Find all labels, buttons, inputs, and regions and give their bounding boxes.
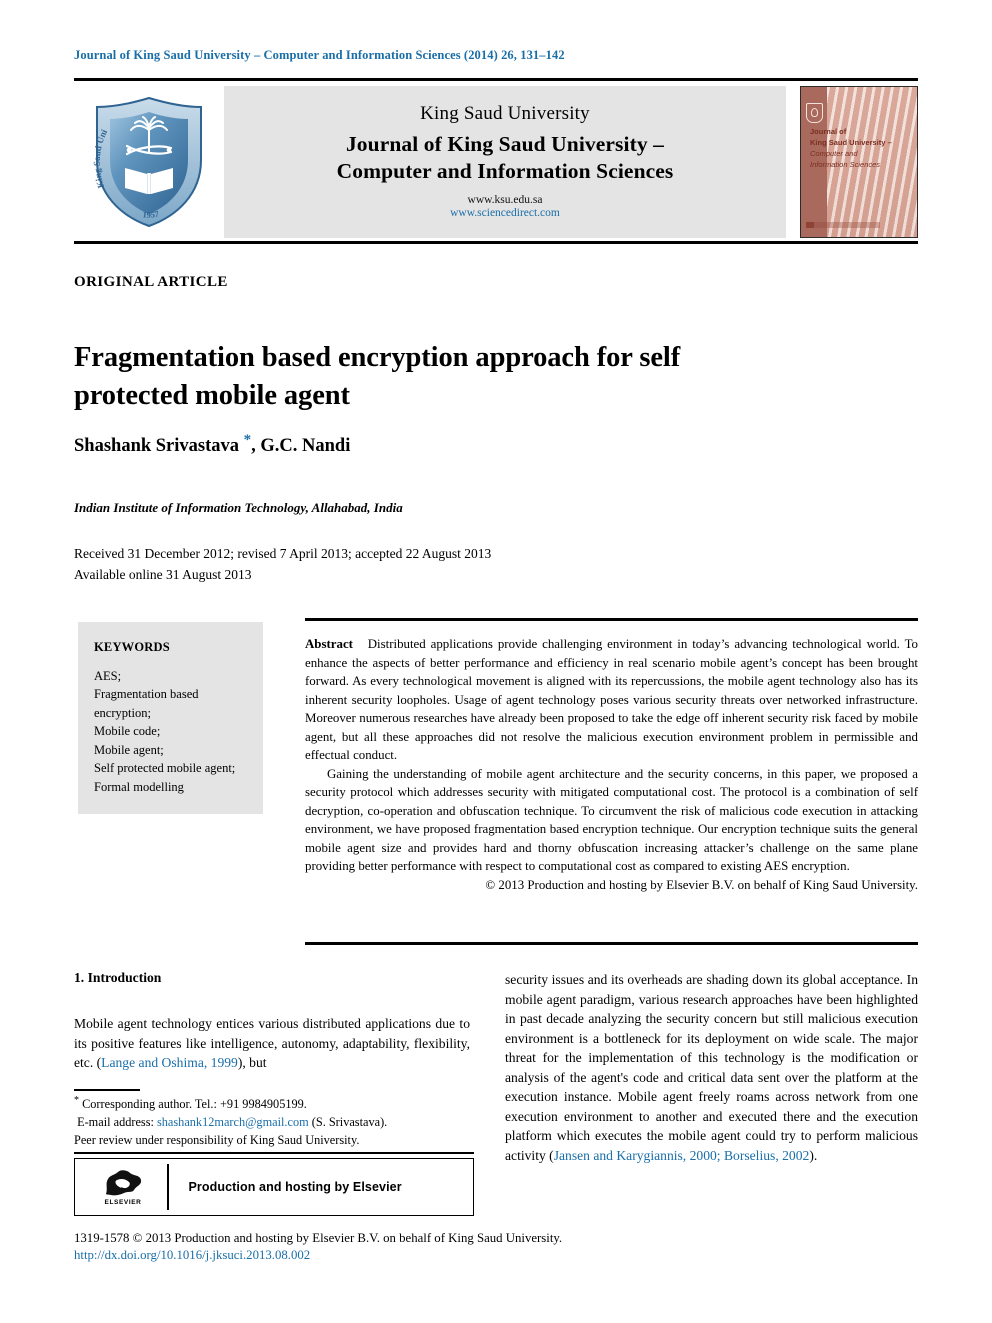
cover-line-4: Information Sciences xyxy=(810,159,881,169)
keyword-item: Mobile code; xyxy=(94,724,161,738)
banner-sciencedirect-url[interactable]: www.sciencedirect.com xyxy=(450,207,560,219)
intro-text-b: ), but xyxy=(237,1055,267,1070)
cover-line-2: King Saud University – xyxy=(810,137,892,147)
page-title: Fragmentation based encryption approach … xyxy=(74,342,681,411)
production-hosting-text: Production and hosting by Elsevier xyxy=(188,1180,402,1194)
cover-line-1: Journal of xyxy=(810,127,847,136)
banner-university: King Saud University xyxy=(420,103,590,125)
abstract-text-1: Distributed applications provide challen… xyxy=(305,637,918,763)
intro-right-text-b: ). xyxy=(809,1147,818,1163)
abstract-paragraph-2: Gaining the understanding of mobile agen… xyxy=(305,766,918,874)
intro-right-text-a: security issues and its overheads are sh… xyxy=(505,972,918,1163)
running-head: Journal of King Saud University – Comput… xyxy=(74,48,565,62)
peer-review-note: Peer review under responsibility of King… xyxy=(74,1133,360,1147)
article-history: Received 31 December 2012; revised 7 Apr… xyxy=(74,544,491,585)
footnote-bottom-rule xyxy=(74,1152,474,1154)
keyword-item: Fragmentation based encryption; xyxy=(94,687,199,720)
email-link[interactable]: shashank12march@gmail.com xyxy=(157,1115,309,1129)
abstract-top-rule xyxy=(305,618,918,621)
doi-link[interactable]: http://dx.doi.org/10.1016/j.jksuci.2013.… xyxy=(74,1248,310,1263)
keywords-box: KEYWORDS AES; Fragmentation based encryp… xyxy=(78,622,263,814)
abstract-copyright: © 2013 Production and hosting by Elsevie… xyxy=(485,877,918,892)
cover-line-3: Computer and xyxy=(810,148,858,158)
email-label: E-mail address: xyxy=(77,1115,154,1130)
keyword-item: AES; xyxy=(94,668,122,683)
elsevier-wordmark: ELSEVIER xyxy=(104,1199,142,1206)
footnote-email-line: E-mail address: shashank12march@gmail.co… xyxy=(74,1114,474,1132)
received-revised-accepted: Received 31 December 2012; revised 7 Apr… xyxy=(74,546,492,561)
affiliation: Indian Institute of Information Technolo… xyxy=(74,500,403,515)
elsevier-tree-icon xyxy=(106,1170,142,1196)
keyword-item: Formal modelling xyxy=(94,779,184,794)
author-rest: , G.C. Nandi xyxy=(251,436,351,457)
banner-bottom-rule xyxy=(74,241,918,244)
section-heading-introduction: 1. Introduction xyxy=(74,970,162,985)
intro-paragraph-left: Mobile agent technology entices various … xyxy=(74,1014,470,1073)
body-column-left: 1. Introduction Mobile agent technology … xyxy=(74,970,470,1073)
abstract-bottom-rule xyxy=(305,942,918,945)
cover-seal-icon xyxy=(806,103,823,123)
banner-journal-line2: Computer and Information Sciences xyxy=(336,158,674,183)
footnote-separator-rule xyxy=(74,1089,140,1091)
citation-lange-oshima[interactable]: Lange and Oshima, 1999 xyxy=(101,1055,238,1070)
body-column-right: security issues and its overheads are sh… xyxy=(505,970,918,1165)
article-type-label: ORIGINAL ARTICLE xyxy=(74,274,228,290)
top-rule xyxy=(74,78,918,81)
page-root: Journal of King Saud University – Comput… xyxy=(0,0,992,1323)
footnote-corresponding-author: * Corresponding author. Tel.: +91 998490… xyxy=(74,1094,474,1114)
keywords-heading: KEYWORDS xyxy=(94,640,170,654)
footnote-block: * Corresponding author. Tel.: +91 998490… xyxy=(74,1094,474,1150)
abstract-paragraph-1: Abstract Distributed applications provid… xyxy=(305,635,918,765)
keyword-item: Self protected mobile agent; xyxy=(94,761,236,775)
production-hosting-box: ELSEVIER Production and hosting by Elsev… xyxy=(74,1158,474,1216)
svg-text:1957: 1957 xyxy=(142,208,160,219)
intro-paragraph-right: security issues and its overheads are sh… xyxy=(505,970,918,1165)
issn-copyright-line: 1319-1578 © 2013 Production and hosting … xyxy=(74,1231,563,1245)
citation-jansen-borselius[interactable]: Jansen and Karygiannis, 2000; Borselius,… xyxy=(554,1148,810,1163)
elsevier-logo: ELSEVIER xyxy=(87,1168,159,1206)
shield-icon: King Saud University 1957 xyxy=(83,86,213,230)
abstract-block: Abstract Distributed applications provid… xyxy=(305,635,918,894)
journal-cover-thumbnail: Journal of King Saud University – Comput… xyxy=(800,86,918,238)
journal-banner: King Saud University 1957 King Saud Univ… xyxy=(74,86,918,238)
journal-banner-text: King Saud University Journal of King Sau… xyxy=(224,86,786,238)
ksu-logo: King Saud University 1957 xyxy=(74,86,224,238)
author-list: Shashank Srivastava *, G.C. Nandi xyxy=(74,432,350,457)
author-first: Shashank Srivastava xyxy=(74,436,244,457)
banner-ksu-url[interactable]: www.ksu.edu.sa xyxy=(468,194,543,206)
banner-journal-line1: Journal of King Saud University – xyxy=(345,132,665,157)
keywords-list: AES; Fragmentation based encryption; Mob… xyxy=(94,667,249,797)
email-owner: (S. Srivastava). xyxy=(308,1115,388,1130)
available-online: Available online 31 August 2013 xyxy=(74,566,252,582)
footnote-corresponding-text: Corresponding author. Tel.: +91 99849051… xyxy=(79,1097,307,1112)
keyword-item: Mobile agent; xyxy=(94,742,164,757)
cover-publisher-mark xyxy=(806,222,880,228)
abstract-label: Abstract xyxy=(305,637,353,651)
cover-title-block: Journal of King Saud University – Comput… xyxy=(810,127,913,171)
elsevier-divider xyxy=(167,1164,169,1210)
